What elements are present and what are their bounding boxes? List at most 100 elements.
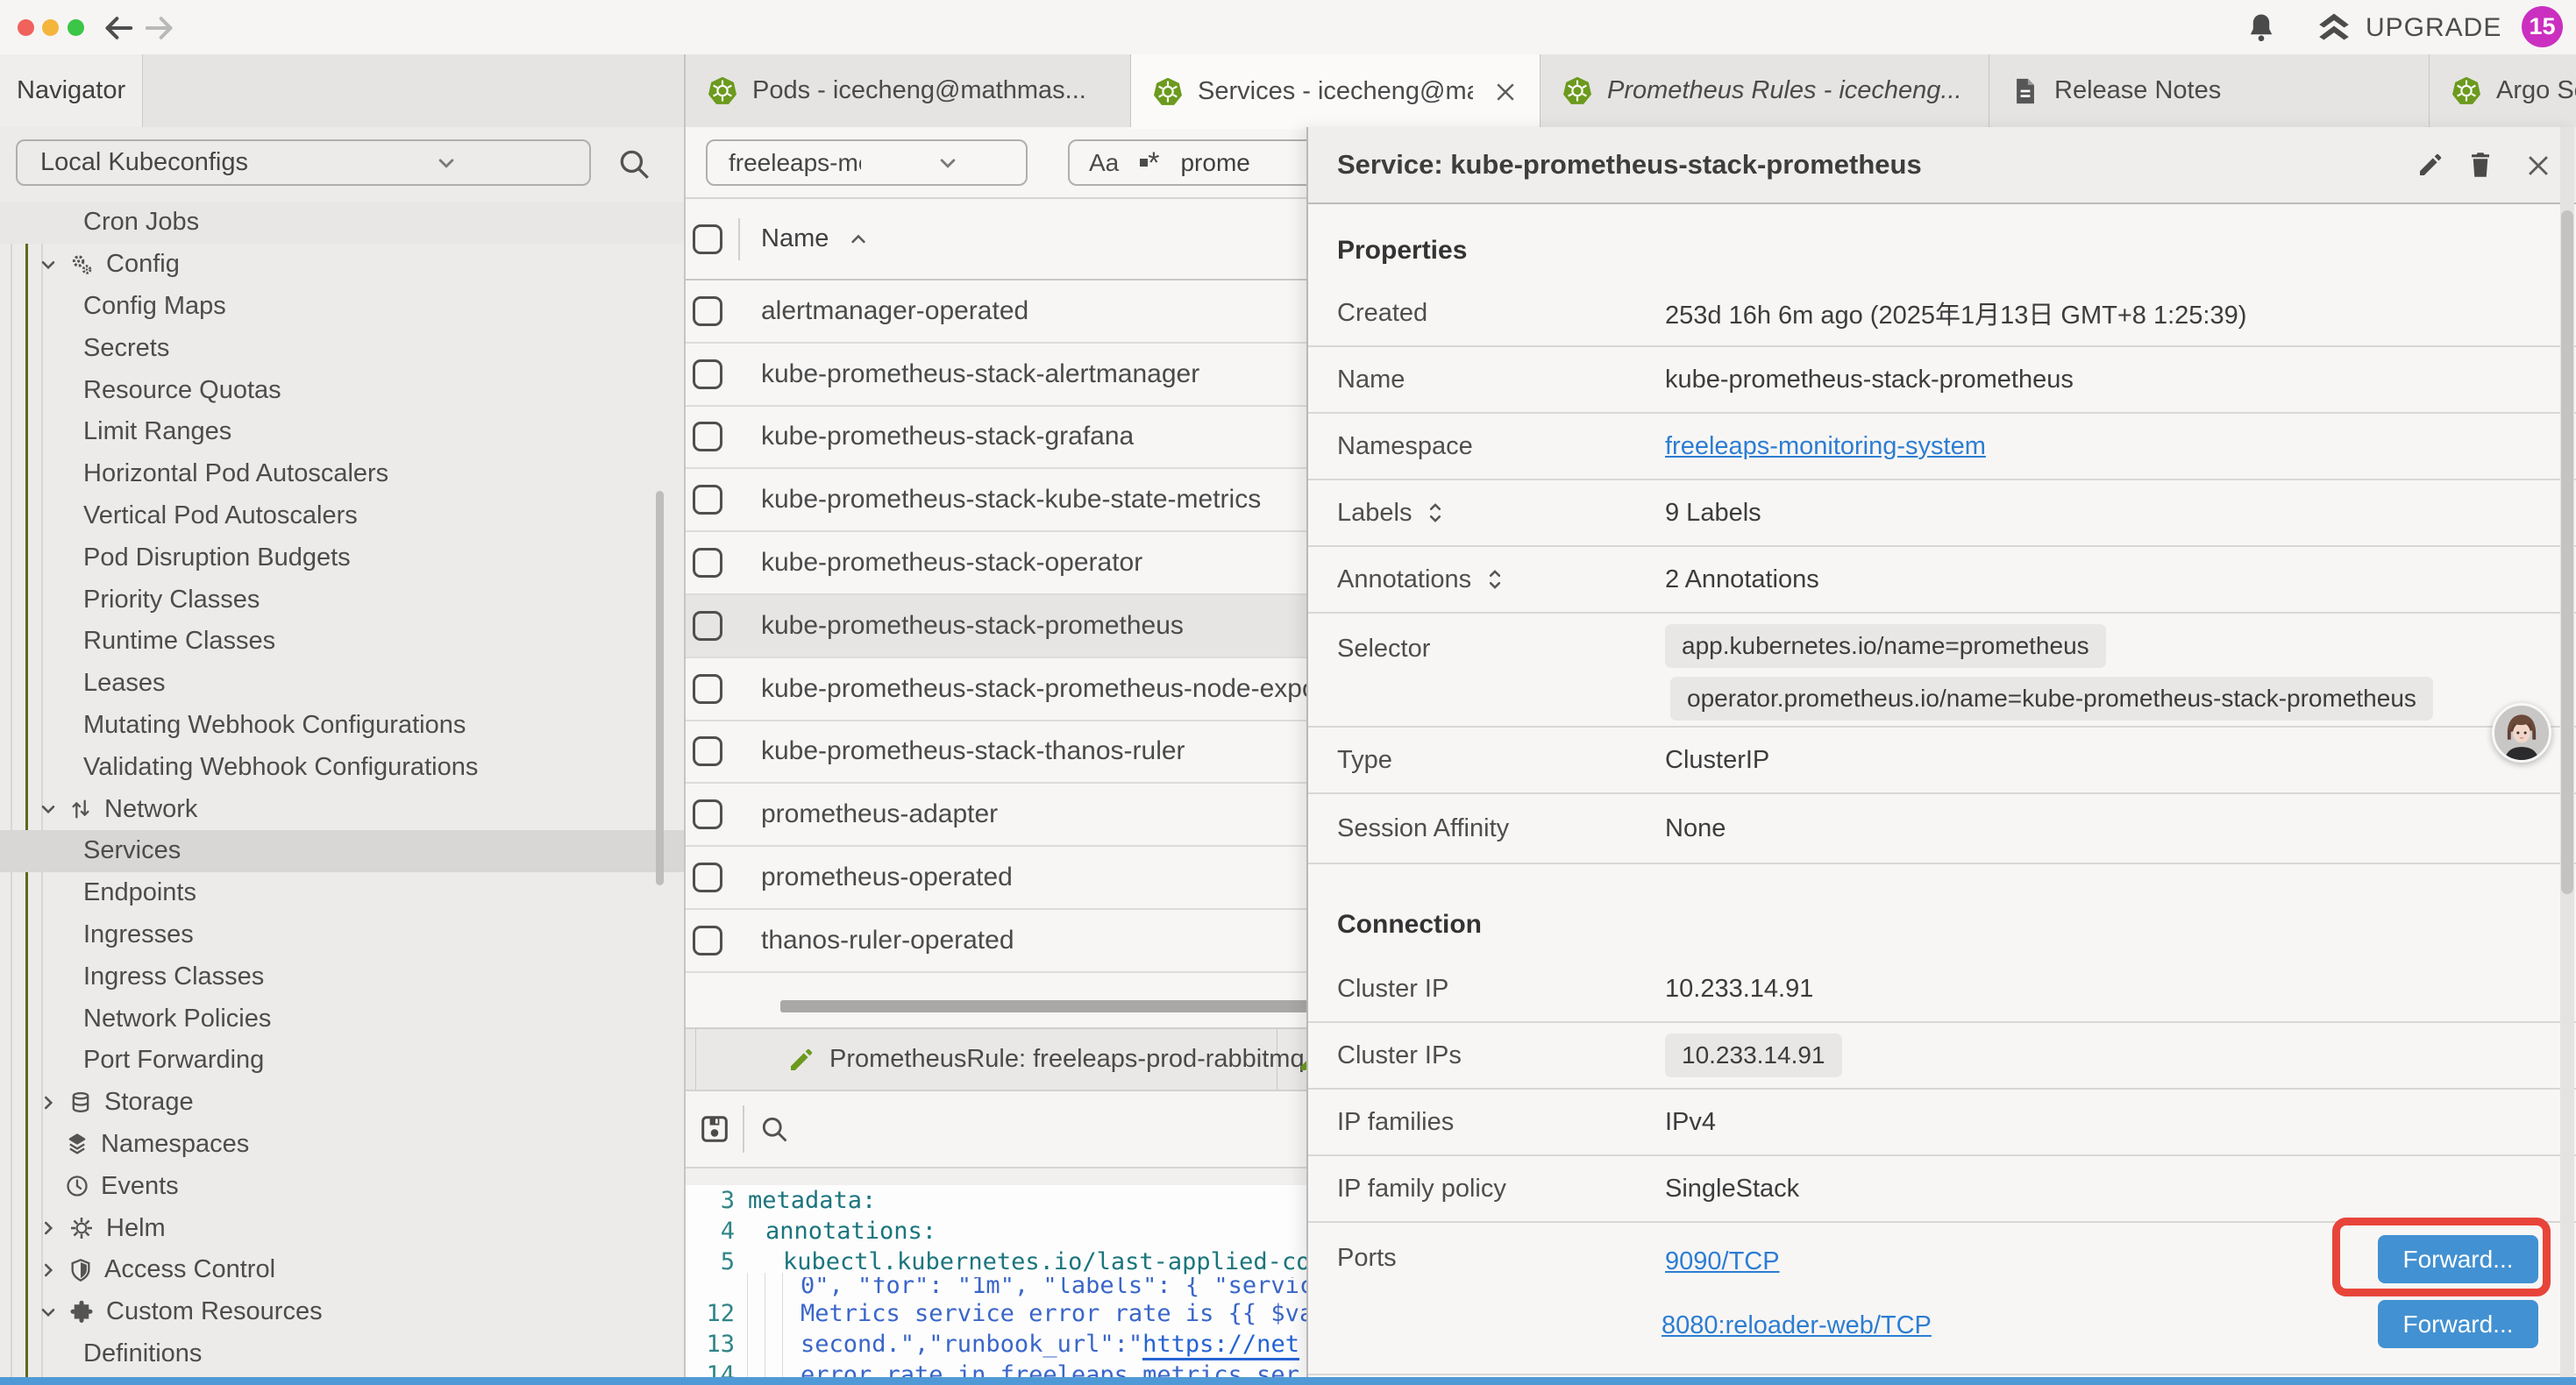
sidebar-item-pod-disruption-budgets[interactable]: Pod Disruption Budgets xyxy=(0,536,685,579)
notification-count-badge[interactable]: 15 xyxy=(2522,6,2563,47)
row-checkbox[interactable] xyxy=(693,863,722,892)
row-checkbox[interactable] xyxy=(693,926,722,955)
table-row-kube-prometheus-stack-prometheus[interactable]: kube-prometheus-stack-prometheus xyxy=(686,595,1310,658)
port-link-9090-tcp[interactable]: 9090/TCP xyxy=(1665,1247,1780,1276)
sidebar-item-access-control[interactable]: Access Control xyxy=(0,1249,685,1291)
sidebar-item-validating-webhook-configurations[interactable]: Validating Webhook Configurations xyxy=(0,746,685,788)
select-all-checkbox[interactable] xyxy=(693,224,722,254)
row-checkbox[interactable] xyxy=(693,422,722,451)
clock-icon xyxy=(65,1173,89,1199)
sidebar-item-network-policies[interactable]: Network Policies xyxy=(0,998,685,1040)
horizontal-scrollbar[interactable] xyxy=(780,1000,1310,1012)
match-case-toggle[interactable]: Aa xyxy=(1089,149,1119,177)
sidebar-item-limit-ranges[interactable]: Limit Ranges xyxy=(0,411,685,453)
row-checkbox[interactable] xyxy=(693,674,722,704)
table-row-kube-prometheus-stack-grafana[interactable]: kube-prometheus-stack-grafana xyxy=(686,407,1310,470)
sidebar-item-definitions[interactable]: Definitions xyxy=(0,1333,685,1375)
sort-ascending-icon[interactable] xyxy=(846,227,871,252)
row-checkbox[interactable] xyxy=(693,611,722,641)
save-icon[interactable] xyxy=(698,1112,731,1146)
sidebar-item-leases[interactable]: Leases xyxy=(0,663,685,705)
detail-label: Selector xyxy=(1337,635,1430,664)
sidebar-item-mutating-webhook-configurations[interactable]: Mutating Webhook Configurations xyxy=(0,705,685,747)
column-header-name[interactable]: Name xyxy=(761,224,829,253)
namespace-link[interactable]: freeleaps-monitoring-system xyxy=(1665,432,1986,461)
window-close-button[interactable] xyxy=(18,19,34,36)
tab-pods-icecheng-mathmas[interactable]: Pods - icecheng@mathmas... xyxy=(686,54,1131,127)
table-row-thanos-ruler-operated[interactable]: thanos-ruler-operated xyxy=(686,910,1310,973)
sidebar-item-custom-resources[interactable]: Custom Resources xyxy=(0,1291,685,1333)
table-row-alertmanager-operated[interactable]: alertmanager-operated xyxy=(686,281,1310,344)
namespace-filter-select[interactable]: freeleaps-monitoring-system xyxy=(706,139,1028,186)
sidebar-item-services[interactable]: Services xyxy=(0,830,685,872)
sidebar-item-helm[interactable]: Helm xyxy=(0,1207,685,1249)
tab-release-notes[interactable]: Release Notes xyxy=(1989,54,2430,127)
forward-arrow-icon[interactable] xyxy=(142,11,177,46)
sidebar-item-priority-classes[interactable]: Priority Classes xyxy=(0,579,685,621)
tab-navigator[interactable]: Navigator xyxy=(0,54,143,127)
sidebar-item-storage[interactable]: Storage xyxy=(0,1082,685,1124)
yaml-editor[interactable]: 3metadata:4annotations:5kubectl.kubernet… xyxy=(686,1185,1310,1385)
port-link-8080-reloader-web-tcp[interactable]: 8080:reloader-web/TCP xyxy=(1662,1311,1932,1340)
sidebar-item-config[interactable]: Config xyxy=(0,244,685,286)
row-checkbox[interactable] xyxy=(693,296,722,326)
sidebar-item-endpoints[interactable]: Endpoints xyxy=(0,872,685,914)
close-icon[interactable] xyxy=(2523,151,2553,181)
forward-button-9090-tcp[interactable]: Forward... xyxy=(2378,1235,2538,1283)
sidebar-item-ingress-classes[interactable]: Ingress Classes xyxy=(0,955,685,998)
table-row-kube-prometheus-stack-kube-state-metrics[interactable]: kube-prometheus-stack-kube-state-metrics xyxy=(686,469,1310,532)
table-row-kube-prometheus-stack-operator[interactable]: kube-prometheus-stack-operator xyxy=(686,532,1310,595)
bell-icon[interactable] xyxy=(2245,11,2278,45)
search-icon[interactable] xyxy=(758,1113,790,1145)
row-checkbox[interactable] xyxy=(693,485,722,515)
tab-services-icecheng-math[interactable]: Services - icecheng@math... xyxy=(1131,54,1541,129)
table-row-kube-prometheus-stack-prometheus-node-expor[interactable]: kube-prometheus-stack-prometheus-node-ex… xyxy=(686,658,1310,721)
editor-tab-prometheusrule[interactable]: PrometheusRule: freeleaps-prod-rabbitmq xyxy=(695,1029,1277,1090)
window-minimize-button[interactable] xyxy=(42,19,59,36)
sidebar-item-namespaces[interactable]: Namespaces xyxy=(0,1124,685,1166)
search-input[interactable]: Aa * prome xyxy=(1068,139,1310,186)
sort-icon[interactable] xyxy=(1424,500,1447,526)
trash-icon[interactable] xyxy=(2467,150,2494,180)
kubeconfig-selector[interactable]: Local Kubeconfigs xyxy=(16,139,591,186)
sort-icon[interactable] xyxy=(1484,566,1506,593)
sidebar-item-ingresses[interactable]: Ingresses xyxy=(0,914,685,956)
close-tab-icon[interactable] xyxy=(1492,79,1519,105)
table-row-kube-prometheus-stack-thanos-ruler[interactable]: kube-prometheus-stack-thanos-ruler xyxy=(686,721,1310,785)
table-row-prometheus-adapter[interactable]: prometheus-adapter xyxy=(686,784,1310,847)
row-checkbox[interactable] xyxy=(693,736,722,766)
back-arrow-icon[interactable] xyxy=(101,11,136,46)
table-row-kube-prometheus-stack-alertmanager[interactable]: kube-prometheus-stack-alertmanager xyxy=(686,344,1310,407)
sidebar-item-vertical-pod-autoscalers[interactable]: Vertical Pod Autoscalers xyxy=(0,495,685,537)
sidebar-scrollbar[interactable] xyxy=(656,491,664,885)
row-checkbox[interactable] xyxy=(693,359,722,389)
editor-line: 5kubectl.kubernetes.io/last-applied-co xyxy=(686,1246,1310,1277)
services-list-panel: freeleaps-monitoring-system Aa * prome N… xyxy=(686,127,1310,1385)
row-checkbox[interactable] xyxy=(693,548,722,578)
sidebar-item-resource-quotas[interactable]: Resource Quotas xyxy=(0,369,685,411)
sidebar-item-cron-jobs[interactable]: Cron Jobs xyxy=(0,202,685,244)
window-zoom-button[interactable] xyxy=(68,19,84,36)
forward-button-8080-reloader-web-tcp[interactable]: Forward... xyxy=(2378,1300,2538,1348)
detail-scrollbar-thumb[interactable] xyxy=(2561,210,2573,894)
sidebar-item-horizontal-pod-autoscalers[interactable]: Horizontal Pod Autoscalers xyxy=(0,453,685,495)
sidebar-item-runtime-classes[interactable]: Runtime Classes xyxy=(0,621,685,663)
tab-prometheus-rules-icecheng[interactable]: Prometheus Rules - icecheng... xyxy=(1541,54,1989,127)
tab-argo-se[interactable]: Argo Se xyxy=(2430,54,2576,127)
upgrade-button[interactable]: UPGRADE xyxy=(2315,9,2501,47)
regex-toggle[interactable]: * xyxy=(1140,154,1159,172)
detail-value: 2 Annotations xyxy=(1665,565,1819,594)
code-link[interactable]: https://net xyxy=(1142,1331,1299,1360)
sidebar-item-network[interactable]: Network xyxy=(0,788,685,830)
sidebar-item-config-maps[interactable]: Config Maps xyxy=(0,286,685,328)
sidebar-item-port-forwarding[interactable]: Port Forwarding xyxy=(0,1040,685,1082)
search-icon[interactable] xyxy=(615,145,653,183)
row-checkbox[interactable] xyxy=(693,799,722,829)
avatar[interactable] xyxy=(2492,703,2551,763)
edit-pencil-icon[interactable] xyxy=(2416,151,2444,179)
table-row-prometheus-operated[interactable]: prometheus-operated xyxy=(686,847,1310,910)
sidebar-item-events[interactable]: Events xyxy=(0,1165,685,1207)
sidebar-item-secrets[interactable]: Secrets xyxy=(0,327,685,369)
pencil-icon xyxy=(787,1046,815,1074)
editor-tab-next[interactable] xyxy=(1277,1029,1310,1090)
